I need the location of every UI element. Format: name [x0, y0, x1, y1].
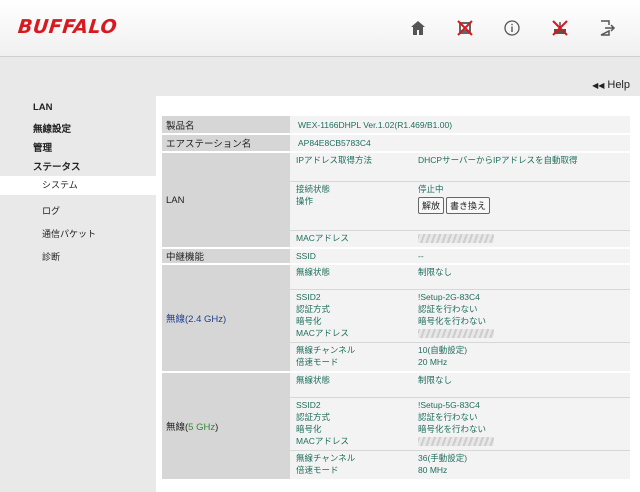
sidebar-item-status[interactable]: ステータス — [33, 159, 81, 173]
connection-state-value: 停止中 — [418, 184, 444, 194]
w5-enc-value: 暗号化を行わない — [418, 424, 487, 434]
w24-state-value: 制限なし — [418, 267, 453, 277]
w24-auth-value: 認証を行わない — [418, 304, 478, 314]
w5-ssid-value: !Setup-5G-83C4 — [418, 400, 480, 410]
w24-auth-key: 認証方式 — [296, 304, 331, 314]
double-left-arrow-icon: ◀◀ — [592, 80, 605, 90]
logout-icon[interactable] — [597, 18, 617, 38]
table-row-lan: LAN IPアドレス取得方法 DHCPサーバーからIPアドレスを自動取得 接続状態… — [162, 152, 630, 249]
help-link[interactable]: ◀◀ Help — [592, 79, 630, 91]
sidebar-subitem-packets[interactable]: 通信パケット — [42, 227, 96, 240]
product-value: WEX-1166DHPL Ver.1.02(R1.469/B1.00) — [290, 116, 630, 135]
help-label: Help — [607, 79, 630, 91]
lan-mac-redacted — [418, 234, 494, 244]
w24-mac-redacted — [418, 329, 494, 339]
sidebar-subitem-diagnostics[interactable]: 診断 — [42, 250, 60, 263]
w5-mac-redacted — [418, 437, 494, 447]
release-button[interactable]: 解放 — [418, 196, 445, 214]
relay-ssid-value: -- — [418, 251, 424, 261]
w5-mode-value: 80 MHz — [418, 465, 448, 475]
table-row-wireless-24: 無線(2.4 GHz) 無線状態 制限なし SSID2 !Setup-2G-83C4… — [162, 264, 630, 373]
table-row-relay: 中継機能 SSID -- — [162, 248, 630, 265]
sidebar-subitem-system[interactable]: システム — [0, 176, 156, 195]
w5-channel-value: 36(手動設定) — [418, 453, 468, 463]
table-row-wireless-5: 無線(5 GHz) 無線状態 制限なし SSID2 !Setup-5G-83C4 認… — [162, 372, 630, 481]
main-panel: 製品名 WEX-1166DHPL Ver.1.02(R1.469/B1.00) … — [156, 96, 640, 492]
w5-auth-value: 認証を行わない — [418, 412, 478, 422]
table-row-product: 製品名 WEX-1166DHPL Ver.1.02(R1.469/B1.00) — [162, 116, 630, 135]
w24-channel-key: 無線チャンネル — [296, 345, 356, 355]
table-row-airstation: エアステーション名 AP84E8CB5783C4 — [162, 134, 630, 153]
sidebar-item-wireless-settings[interactable]: 無線設定 — [33, 121, 71, 135]
w5-state-value: 制限なし — [418, 375, 453, 385]
w24-enc-key: 暗号化 — [296, 316, 322, 326]
status-table: 製品名 WEX-1166DHPL Ver.1.02(R1.469/B1.00) … — [162, 116, 630, 481]
buffalo-logo: BUFFALO — [16, 16, 119, 38]
info-icon[interactable] — [502, 18, 522, 38]
w5-auth-key: 認証方式 — [296, 412, 331, 422]
w24-ssid-value: !Setup-2G-83C4 — [418, 292, 480, 302]
top-header: BUFFALO — [0, 0, 640, 57]
w24-mode-value: 20 MHz — [418, 357, 448, 367]
w24-enc-value: 暗号化を行わない — [418, 316, 487, 326]
w5-ssid-key: SSID2 — [296, 400, 321, 410]
lan-mac-key: MACアドレス — [296, 233, 349, 243]
w24-mode-key: 倍速モード — [296, 357, 339, 367]
wireless-5-label: 無線(5 GHz) — [162, 372, 290, 481]
sidebar-item-lan[interactable]: LAN — [33, 102, 53, 113]
sidebar-item-management[interactable]: 管理 — [33, 140, 52, 154]
sidebar-subitem-log[interactable]: ログ — [42, 204, 60, 217]
wired-disabled-icon[interactable] — [455, 18, 475, 38]
w5-mac-key: MACアドレス — [296, 436, 349, 446]
airstation-label: エアステーション名 — [162, 134, 290, 153]
wireless-24-label: 無線(2.4 GHz) — [162, 264, 290, 373]
operation-key: 操作 — [296, 196, 314, 206]
w5-channel-key: 無線チャンネル — [296, 453, 356, 463]
relay-label: 中継機能 — [162, 248, 290, 265]
home-icon[interactable] — [408, 18, 428, 38]
airstation-value: AP84E8CB5783C4 — [290, 134, 630, 153]
renew-button[interactable]: 書き換え — [446, 196, 491, 214]
relay-ssid-key: SSID — [296, 251, 316, 261]
w24-state-key: 無線状態 — [296, 267, 331, 277]
product-label: 製品名 — [162, 116, 290, 135]
wireless-disabled-icon[interactable] — [550, 18, 570, 38]
connection-state-key: 接続状態 — [296, 184, 331, 194]
w5-enc-key: 暗号化 — [296, 424, 322, 434]
w24-mac-key: MACアドレス — [296, 328, 349, 338]
ip-method-key: IPアドレス取得方法 — [296, 155, 373, 165]
lan-label: LAN — [162, 152, 290, 249]
w24-channel-value: 10(自動設定) — [418, 345, 468, 355]
w5-mode-key: 倍速モード — [296, 465, 339, 475]
w5-state-key: 無線状態 — [296, 375, 331, 385]
w24-ssid-key: SSID2 — [296, 292, 321, 302]
ip-method-value: DHCPサーバーからIPアドレスを自動取得 — [418, 155, 578, 165]
